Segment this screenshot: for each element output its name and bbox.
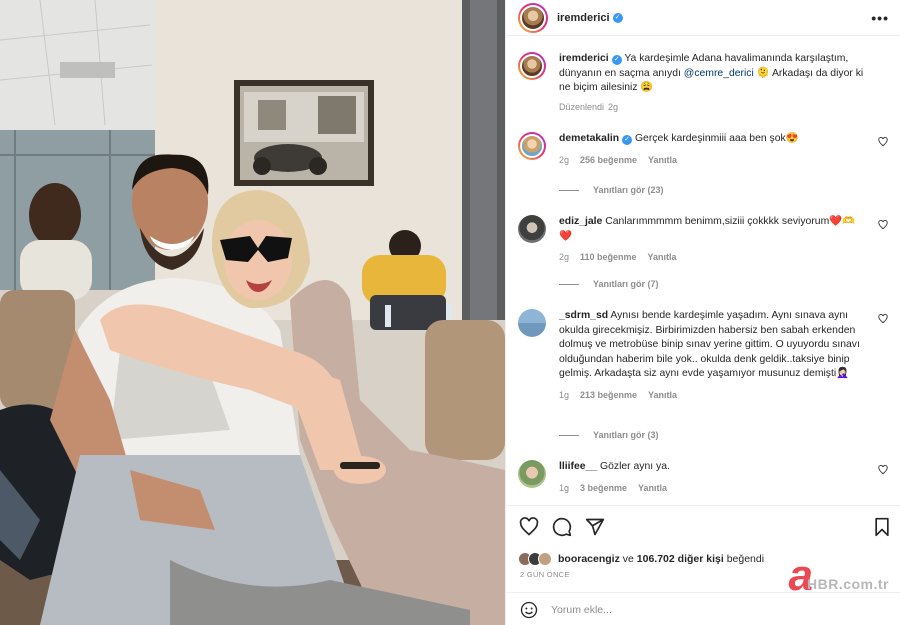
- comment-heart-icon[interactable]: [878, 137, 888, 147]
- comment-timestamp: 1g: [559, 482, 570, 493]
- more-options-icon[interactable]: •••: [871, 10, 889, 26]
- comment-item: ediz_jale Canlarımmmmm benimm,siziii çok…: [518, 215, 888, 265]
- comment-username[interactable]: demetakalin: [559, 133, 619, 144]
- reply-button[interactable]: Yanıtla: [638, 483, 667, 493]
- view-replies-button[interactable]: Yanıtları gör (23): [559, 185, 664, 195]
- comment-item: lliifee__ Gözler aynı ya. 1g 3 beğenme Yan…: [518, 460, 888, 495]
- watermark-logo: a HBR.com.tr: [788, 551, 889, 600]
- comment-text: Gözler aynı ya.: [600, 461, 670, 472]
- liker-avatars: [518, 552, 552, 566]
- view-replies-button[interactable]: Yanıtları gör (3): [559, 430, 659, 440]
- reply-button[interactable]: Yanıtla: [648, 155, 677, 165]
- verified-badge-icon: ✓: [611, 55, 622, 65]
- view-replies-label: Yanıtları gör (3): [593, 430, 659, 440]
- comment-item: demetakalin ✓ Gerçek kardeşinmiii aaa ben…: [518, 132, 888, 167]
- comment-timestamp: 1g: [559, 389, 570, 400]
- post-actions: booracengiz ve 106.702 diğer kişi beğend…: [506, 505, 900, 625]
- comment-text: Gerçek kardeşinmiii aaa ben şok😍: [634, 133, 799, 144]
- post-caption: iremderici ✓ Ya kardeşimle Adana havalima…: [518, 52, 888, 114]
- comment-timestamp: 2g: [559, 154, 570, 165]
- comment-username[interactable]: _sdrm_sd: [559, 310, 608, 321]
- bookmark-icon[interactable]: [873, 517, 891, 537]
- comments-list[interactable]: iremderici ✓ Ya kardeşimle Adana havalima…: [506, 37, 900, 505]
- comment-icon[interactable]: [552, 517, 572, 537]
- comment-heart-icon[interactable]: [878, 314, 888, 324]
- avatar[interactable]: [518, 2, 548, 33]
- comment-input[interactable]: Yorum ekle...: [551, 604, 612, 616]
- header-username[interactable]: iremderici: [557, 12, 610, 24]
- comment-likes[interactable]: 256 beğenme: [580, 155, 637, 165]
- share-icon[interactable]: [585, 517, 605, 537]
- avatar[interactable]: [518, 215, 546, 243]
- post-sidebar: iremderici ✓ ••• iremderici ✓ Ya kardeşim…: [505, 0, 900, 625]
- avatar[interactable]: [518, 132, 546, 160]
- view-replies-label: Yanıtları gör (7): [593, 279, 659, 289]
- liked-by-count[interactable]: 106.702 diğer kişi: [637, 553, 724, 565]
- reply-button[interactable]: Yanıtla: [648, 390, 677, 400]
- verified-badge-icon: ✓: [612, 12, 623, 23]
- divider-line: [559, 283, 579, 285]
- comment-heart-icon[interactable]: [878, 465, 888, 475]
- comment-likes[interactable]: 110 beğenme: [580, 252, 637, 262]
- caption-username[interactable]: iremderici: [559, 53, 609, 64]
- comment-username[interactable]: lliifee__: [559, 461, 597, 472]
- comment-likes[interactable]: 213 beğenme: [580, 390, 637, 400]
- emoji-icon[interactable]: [520, 601, 538, 619]
- comment-username[interactable]: ediz_jale: [559, 216, 602, 227]
- divider-line: [559, 434, 579, 436]
- add-comment-bar: Yorum ekle...: [506, 592, 900, 625]
- caption-timestamp: 2g: [608, 101, 619, 112]
- view-replies-button[interactable]: Yanıtları gör (7): [559, 279, 659, 289]
- post-date: 2 GÜN ÖNCE: [520, 570, 570, 579]
- avatar[interactable]: [518, 460, 546, 488]
- reply-button[interactable]: Yanıtla: [648, 252, 677, 262]
- post-header: iremderici ✓ •••: [506, 0, 900, 36]
- comment-text: Canlarımmmmm benimm,siziii çokkkk seviyo…: [559, 216, 856, 242]
- avatar[interactable]: [518, 309, 546, 337]
- view-replies-label: Yanıtları gör (23): [593, 185, 664, 195]
- comment-likes[interactable]: 3 beğenme: [580, 483, 627, 493]
- liked-by-username[interactable]: booracengiz: [558, 553, 620, 565]
- avatar[interactable]: [518, 52, 546, 80]
- verified-badge-icon: ✓: [622, 135, 633, 145]
- liked-by-suffix: beğendi: [726, 553, 765, 565]
- liked-by-connector: ve: [622, 553, 634, 565]
- comment-heart-icon[interactable]: [878, 220, 888, 230]
- divider-line: [559, 189, 579, 191]
- comment-timestamp: 2g: [559, 252, 570, 262]
- heart-icon[interactable]: [519, 517, 539, 537]
- post-photo[interactable]: [0, 0, 505, 625]
- caption-mention-link[interactable]: @cemre_derici: [684, 68, 754, 79]
- liked-by[interactable]: booracengiz ve 106.702 diğer kişi beğend…: [518, 552, 764, 566]
- comment-item: _sdrm_sd Aynısı bende kardeşimle yaşadım…: [518, 309, 888, 402]
- edited-label: Düzenlendi: [559, 101, 605, 112]
